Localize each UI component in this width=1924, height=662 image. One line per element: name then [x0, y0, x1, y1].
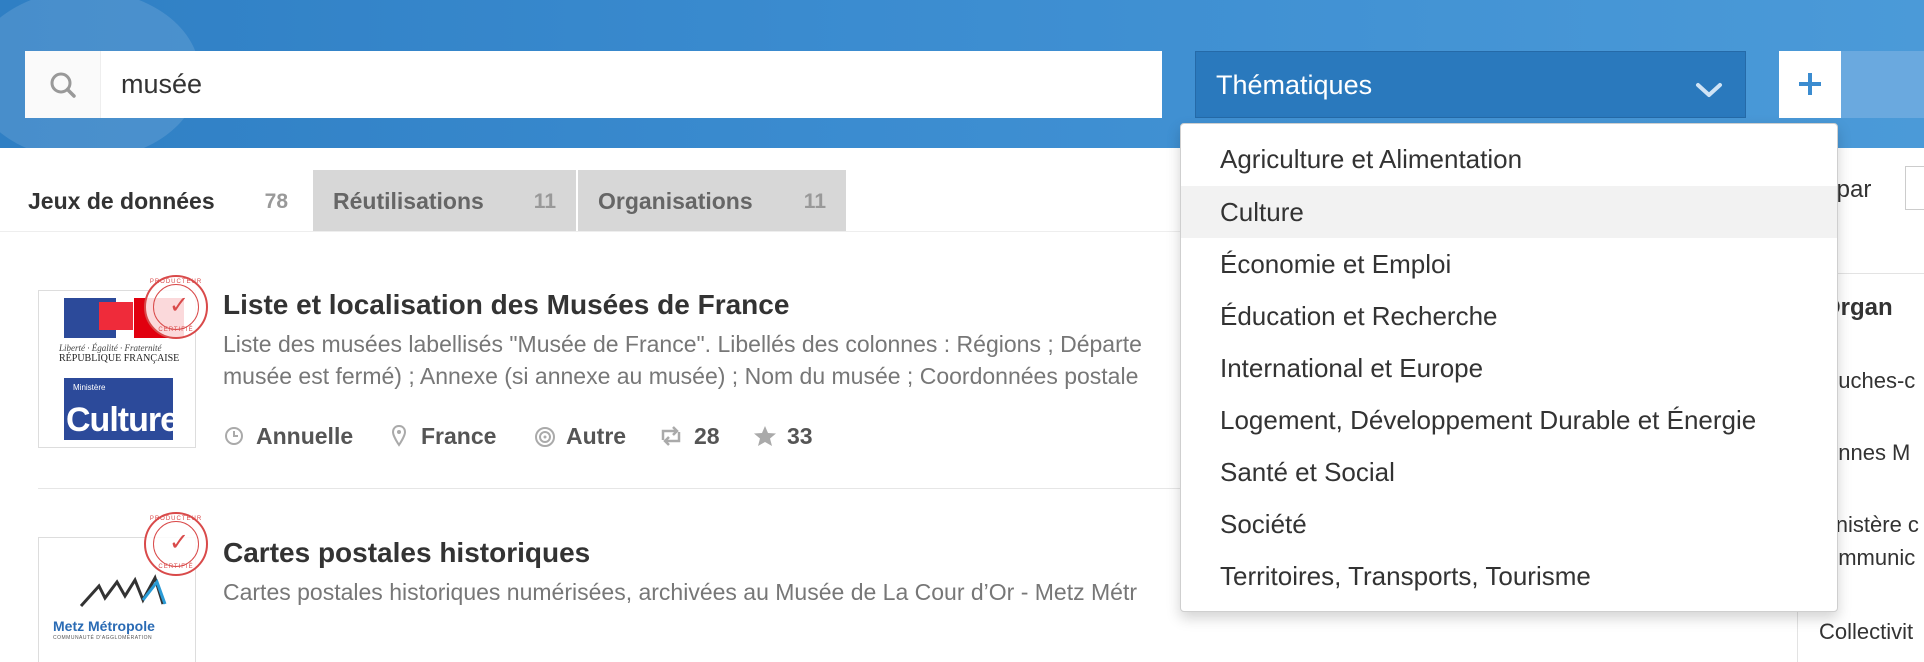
theme-option-economie[interactable]: Économie et Emploi: [1181, 238, 1837, 290]
metz-logo-name: Metz Métropole: [53, 618, 155, 634]
tab-label: Réutilisations: [333, 188, 484, 214]
dataset-title[interactable]: Cartes postales historiques: [223, 537, 590, 569]
search-icon[interactable]: [25, 51, 101, 118]
theme-option-culture[interactable]: Culture: [1181, 186, 1837, 238]
add-button[interactable]: [1779, 51, 1841, 118]
spatial-coverage-label: France: [421, 423, 497, 449]
certified-producer-stamp: PRODUCTEUR ✓ CERTIFIÉ: [144, 275, 208, 339]
granularity-icon: [534, 425, 556, 453]
check-icon: ✓: [169, 529, 190, 556]
tab-datasets[interactable]: Jeux de données 78: [8, 170, 308, 231]
dataset-description-line: Liste des musées labellisés "Musée de Fr…: [223, 331, 1142, 357]
logo-culture: Culture: [66, 401, 179, 439]
sort-select[interactable]: [1905, 166, 1924, 210]
tab-organizations[interactable]: Organisations 11: [578, 170, 846, 231]
certified-producer-stamp: PRODUCTEUR ✓ CERTIFIÉ: [144, 512, 208, 576]
theme-select-label: Thématiques: [1216, 70, 1373, 100]
marianne-shape: [99, 302, 133, 330]
reuses-count: 28: [694, 423, 720, 449]
tab-label: Organisations: [598, 188, 753, 214]
culture-logo: Ministère Culture: [64, 378, 179, 440]
granularity-label: Autre: [566, 423, 627, 449]
dataset-description-line: musée est fermé) ; Annexe (si annexe au …: [223, 363, 1139, 389]
tab-divider: [0, 231, 1190, 232]
frequency-label: Annuelle: [256, 423, 354, 449]
result-separator: [38, 488, 1188, 489]
clock-icon: [224, 425, 244, 451]
theme-dropdown-menu: Agriculture et Alimentation Culture Écon…: [1180, 123, 1838, 612]
tab-reuses[interactable]: Réutilisations 11: [313, 170, 576, 231]
search-box: [25, 51, 1162, 118]
stamp-bottom-text: CERTIFIÉ: [158, 564, 194, 570]
theme-select[interactable]: Thématiques: [1195, 51, 1746, 118]
facet-item[interactable]: Collectivit: [1819, 619, 1913, 645]
reuse-icon: [658, 425, 684, 453]
theme-option-societe[interactable]: Société: [1181, 498, 1837, 550]
tab-count: 11: [533, 190, 556, 213]
chevron-down-icon: [1695, 76, 1723, 107]
theme-option-logement[interactable]: Logement, Développement Durable et Énerg…: [1181, 394, 1837, 446]
search-input[interactable]: [121, 51, 1151, 118]
dataset-title[interactable]: Liste et localisation des Musées de Fran…: [223, 289, 789, 321]
tab-count: 78: [264, 190, 288, 213]
facet-item[interactable]: ouches-c: [1826, 368, 1915, 394]
theme-option-territoires[interactable]: Territoires, Transports, Tourisme: [1181, 550, 1837, 602]
theme-option-agriculture[interactable]: Agriculture et Alimentation: [1181, 133, 1837, 185]
stamp-bottom-text: CERTIFIÉ: [158, 327, 194, 333]
check-icon: ✓: [169, 292, 190, 319]
facet-item[interactable]: linistère c: [1826, 512, 1919, 538]
plus-icon: [1799, 73, 1821, 95]
map-marker-icon: [391, 424, 407, 453]
stamp-top-text: PRODUCTEUR: [149, 279, 203, 285]
theme-option-education[interactable]: Éducation et Recherche: [1181, 290, 1837, 342]
tab-label: Jeux de données: [28, 188, 215, 214]
logo-republique: RÉPUBLIQUE FRANÇAISE: [59, 353, 180, 364]
logo-ministere: Ministère: [73, 383, 106, 392]
dataset-description-line: Cartes postales historiques numérisées, …: [223, 579, 1138, 605]
theme-option-sante[interactable]: Santé et Social: [1181, 446, 1837, 498]
star-icon: [753, 425, 777, 453]
stars-count: 33: [787, 423, 813, 449]
facet-item[interactable]: ommunic: [1826, 545, 1915, 571]
logo-devise: Liberté · Égalité · Fraternité: [59, 343, 162, 353]
header-right-area: [1841, 51, 1924, 118]
facet-item[interactable]: ennes M: [1826, 440, 1910, 466]
theme-option-international[interactable]: International et Europe: [1181, 342, 1837, 394]
stamp-top-text: PRODUCTEUR: [149, 516, 203, 522]
metz-logo-sub: COMMUNAUTÉ D'AGGLOMÉRATION: [53, 635, 153, 641]
tab-count: 11: [803, 190, 826, 213]
